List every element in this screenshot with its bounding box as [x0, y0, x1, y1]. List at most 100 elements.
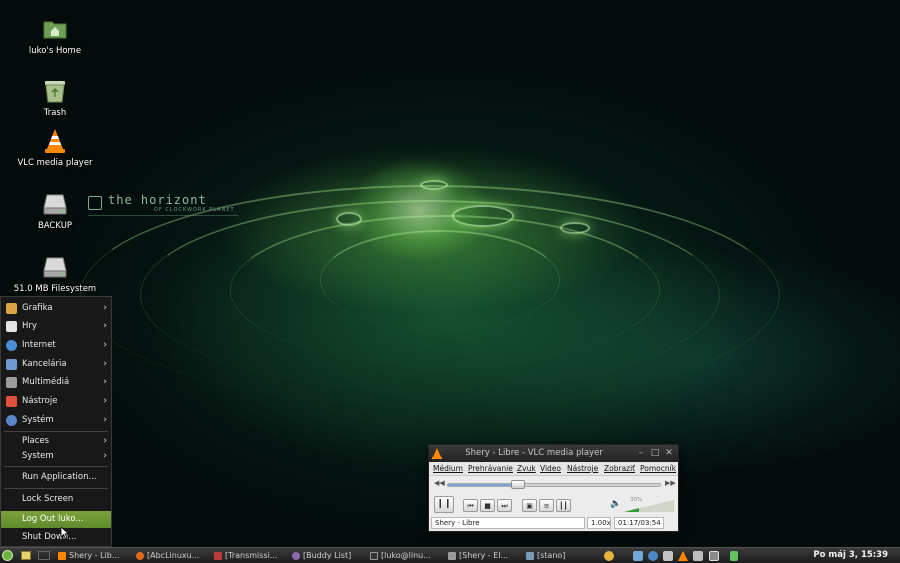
vlc-window-title: Shery - Libre - VLC media player	[465, 448, 603, 458]
office-icon	[6, 359, 17, 370]
taskbar-button-label: [AbcLinuxu...	[147, 551, 200, 560]
playback-time[interactable]: 01:17/03:54	[614, 517, 664, 529]
messenger-icon[interactable]	[648, 551, 658, 561]
workspace-switcher-icon[interactable]	[38, 551, 50, 560]
maximize-button[interactable]: □	[649, 445, 661, 462]
menu-item-label: Log Out luko...	[22, 514, 84, 524]
menu-item-lock-screen[interactable]: Lock Screen	[1, 491, 111, 508]
chevron-right-icon: ›	[103, 377, 107, 387]
previous-button[interactable]: ⏮	[463, 499, 478, 512]
chevron-right-icon: ›	[103, 321, 107, 331]
menu-item-label: Nástroje	[22, 396, 58, 406]
vlc-window[interactable]: Shery - Libre - VLC media player – □ ✕ M…	[428, 444, 679, 532]
wallpaper-brand: the horizont OF CLOCKWORK PLANET	[88, 193, 238, 216]
playlist-button[interactable]: ≡	[539, 499, 554, 512]
vlc-menu-video[interactable]: Video	[540, 462, 561, 476]
transmission-icon	[214, 552, 222, 560]
weather-icon[interactable]	[604, 551, 614, 561]
monitor-icon[interactable]	[709, 551, 719, 561]
now-playing-label: Shery - Libre	[431, 517, 585, 529]
vlc-menu-view[interactable]: Zobraziť	[604, 462, 635, 476]
menu-item-label: Run Application...	[22, 472, 97, 482]
tools-icon	[6, 396, 17, 407]
desktop-icon-home[interactable]: luko's Home	[10, 16, 100, 56]
stop-button[interactable]: ■	[480, 499, 495, 512]
menu-item-grafika[interactable]: Grafika ›	[1, 300, 111, 317]
menu-item-hry[interactable]: Hry ›	[1, 318, 111, 335]
volume-tray-icon[interactable]	[693, 551, 703, 561]
taskbar-button-pidgin[interactable]: [Buddy List]	[290, 549, 362, 563]
desktop-icon-label: BACKUP	[37, 221, 73, 231]
wallpaper-ring	[336, 212, 362, 226]
taskbar-button-transmission[interactable]: [Transmissi...	[212, 549, 284, 563]
fullscreen-button[interactable]: ▣	[522, 499, 537, 512]
speaker-icon[interactable]: 🔈	[610, 499, 621, 509]
menu-item-system[interactable]: System ›	[1, 448, 111, 465]
seek-forward-icon[interactable]: ▶▶	[665, 479, 676, 487]
seek-bar[interactable]	[447, 480, 661, 489]
chevron-right-icon: ›	[103, 303, 107, 313]
taskbar-button-label: [Transmissi...	[225, 551, 278, 560]
transmission-tray-icon[interactable]	[663, 551, 673, 561]
menu-item-label: Grafika	[22, 303, 53, 313]
desktop-icon-label: VLC media player	[17, 158, 93, 168]
vlc-cone-icon	[42, 128, 68, 154]
desktop[interactable]: the horizont OF CLOCKWORK PLANET luko's …	[0, 0, 900, 547]
vlc-menu-playback[interactable]: Prehrávanie	[468, 462, 513, 476]
playback-speed[interactable]: 1.00x	[587, 517, 611, 529]
minimize-button[interactable]: –	[635, 445, 647, 462]
wallpaper-subtitle: OF CLOCKWORK PLANET	[154, 207, 235, 213]
menu-item-kancelaria[interactable]: Kancelária ›	[1, 356, 111, 373]
desktop-icon-trash[interactable]: Trash	[10, 78, 100, 118]
equalizer-button[interactable]: ┃┃	[556, 499, 571, 512]
taskbar-button-vlc[interactable]: Shery - Lib...	[56, 549, 128, 563]
home-folder-icon	[42, 16, 68, 42]
battery-icon[interactable]	[730, 551, 738, 561]
menu-separator	[4, 466, 108, 467]
next-button[interactable]: ⏭	[497, 499, 512, 512]
taskbar-button-firefox[interactable]: [AbcLinuxu...	[134, 549, 206, 563]
pause-button[interactable]: ❙❙	[434, 496, 454, 513]
close-button[interactable]: ✕	[663, 445, 675, 462]
globe-icon	[6, 340, 17, 351]
start-menu-icon[interactable]	[2, 550, 13, 561]
menu-item-nastroje[interactable]: Nástroje ›	[1, 393, 111, 410]
taskbar-button-label: Shery - Lib...	[69, 551, 120, 560]
taskbar-button-terminal[interactable]: [luko@linu...	[368, 549, 440, 563]
taskbar-button-file-manager[interactable]: [Shery - El...	[446, 549, 518, 563]
desktop-icon-label: 51.0 MB Filesystem	[13, 284, 97, 294]
vlc-menu-audio[interactable]: Zvuk	[517, 462, 536, 476]
pidgin-icon	[292, 552, 300, 560]
drive-icon	[42, 254, 68, 280]
chevron-right-icon: ›	[103, 415, 107, 425]
clock[interactable]: Po máj 3, 15:39	[813, 548, 888, 563]
desktop-icon-filesystem[interactable]: 51.0 MB Filesystem	[10, 254, 100, 294]
vlc-menu-help[interactable]: Pomocník	[640, 462, 676, 476]
network-icon[interactable]	[633, 551, 643, 561]
drive-icon	[42, 191, 68, 217]
vlc-titlebar[interactable]: Shery - Libre - VLC media player – □ ✕	[429, 445, 678, 462]
seek-bar-handle[interactable]	[510, 480, 525, 489]
menu-item-log-out[interactable]: Log Out luko...	[1, 511, 111, 528]
folder-icon	[448, 552, 456, 560]
menu-item-shut-down[interactable]: Shut Down...	[1, 529, 111, 546]
menu-item-multimedia[interactable]: Multimédiá ›	[1, 374, 111, 391]
menu-item-system-apps[interactable]: Systém ›	[1, 412, 111, 429]
vlc-menu-tools[interactable]: Nástroje	[567, 462, 598, 476]
seek-bar-fill	[448, 484, 518, 486]
firefox-icon	[136, 552, 144, 560]
menu-item-label: Systém	[22, 415, 54, 425]
wallpaper-arc	[320, 230, 560, 330]
volume-slider-fill	[624, 508, 639, 512]
seek-back-icon[interactable]: ◀◀	[434, 479, 445, 487]
menu-item-label: Hry	[22, 321, 37, 331]
brush-icon	[6, 303, 17, 314]
vlc-tray-icon[interactable]	[678, 551, 688, 561]
menu-item-internet[interactable]: Internet ›	[1, 337, 111, 354]
desktop-icon-backup[interactable]: BACKUP	[10, 191, 100, 231]
menu-item-run-application[interactable]: Run Application...	[1, 469, 111, 486]
desktop-icon-vlc[interactable]: VLC media player	[10, 128, 100, 168]
show-desktop-icon[interactable]	[21, 551, 31, 560]
vlc-menu-medium[interactable]: Médium	[433, 462, 463, 476]
taskbar-button-chat[interactable]: [stano]	[524, 549, 584, 563]
